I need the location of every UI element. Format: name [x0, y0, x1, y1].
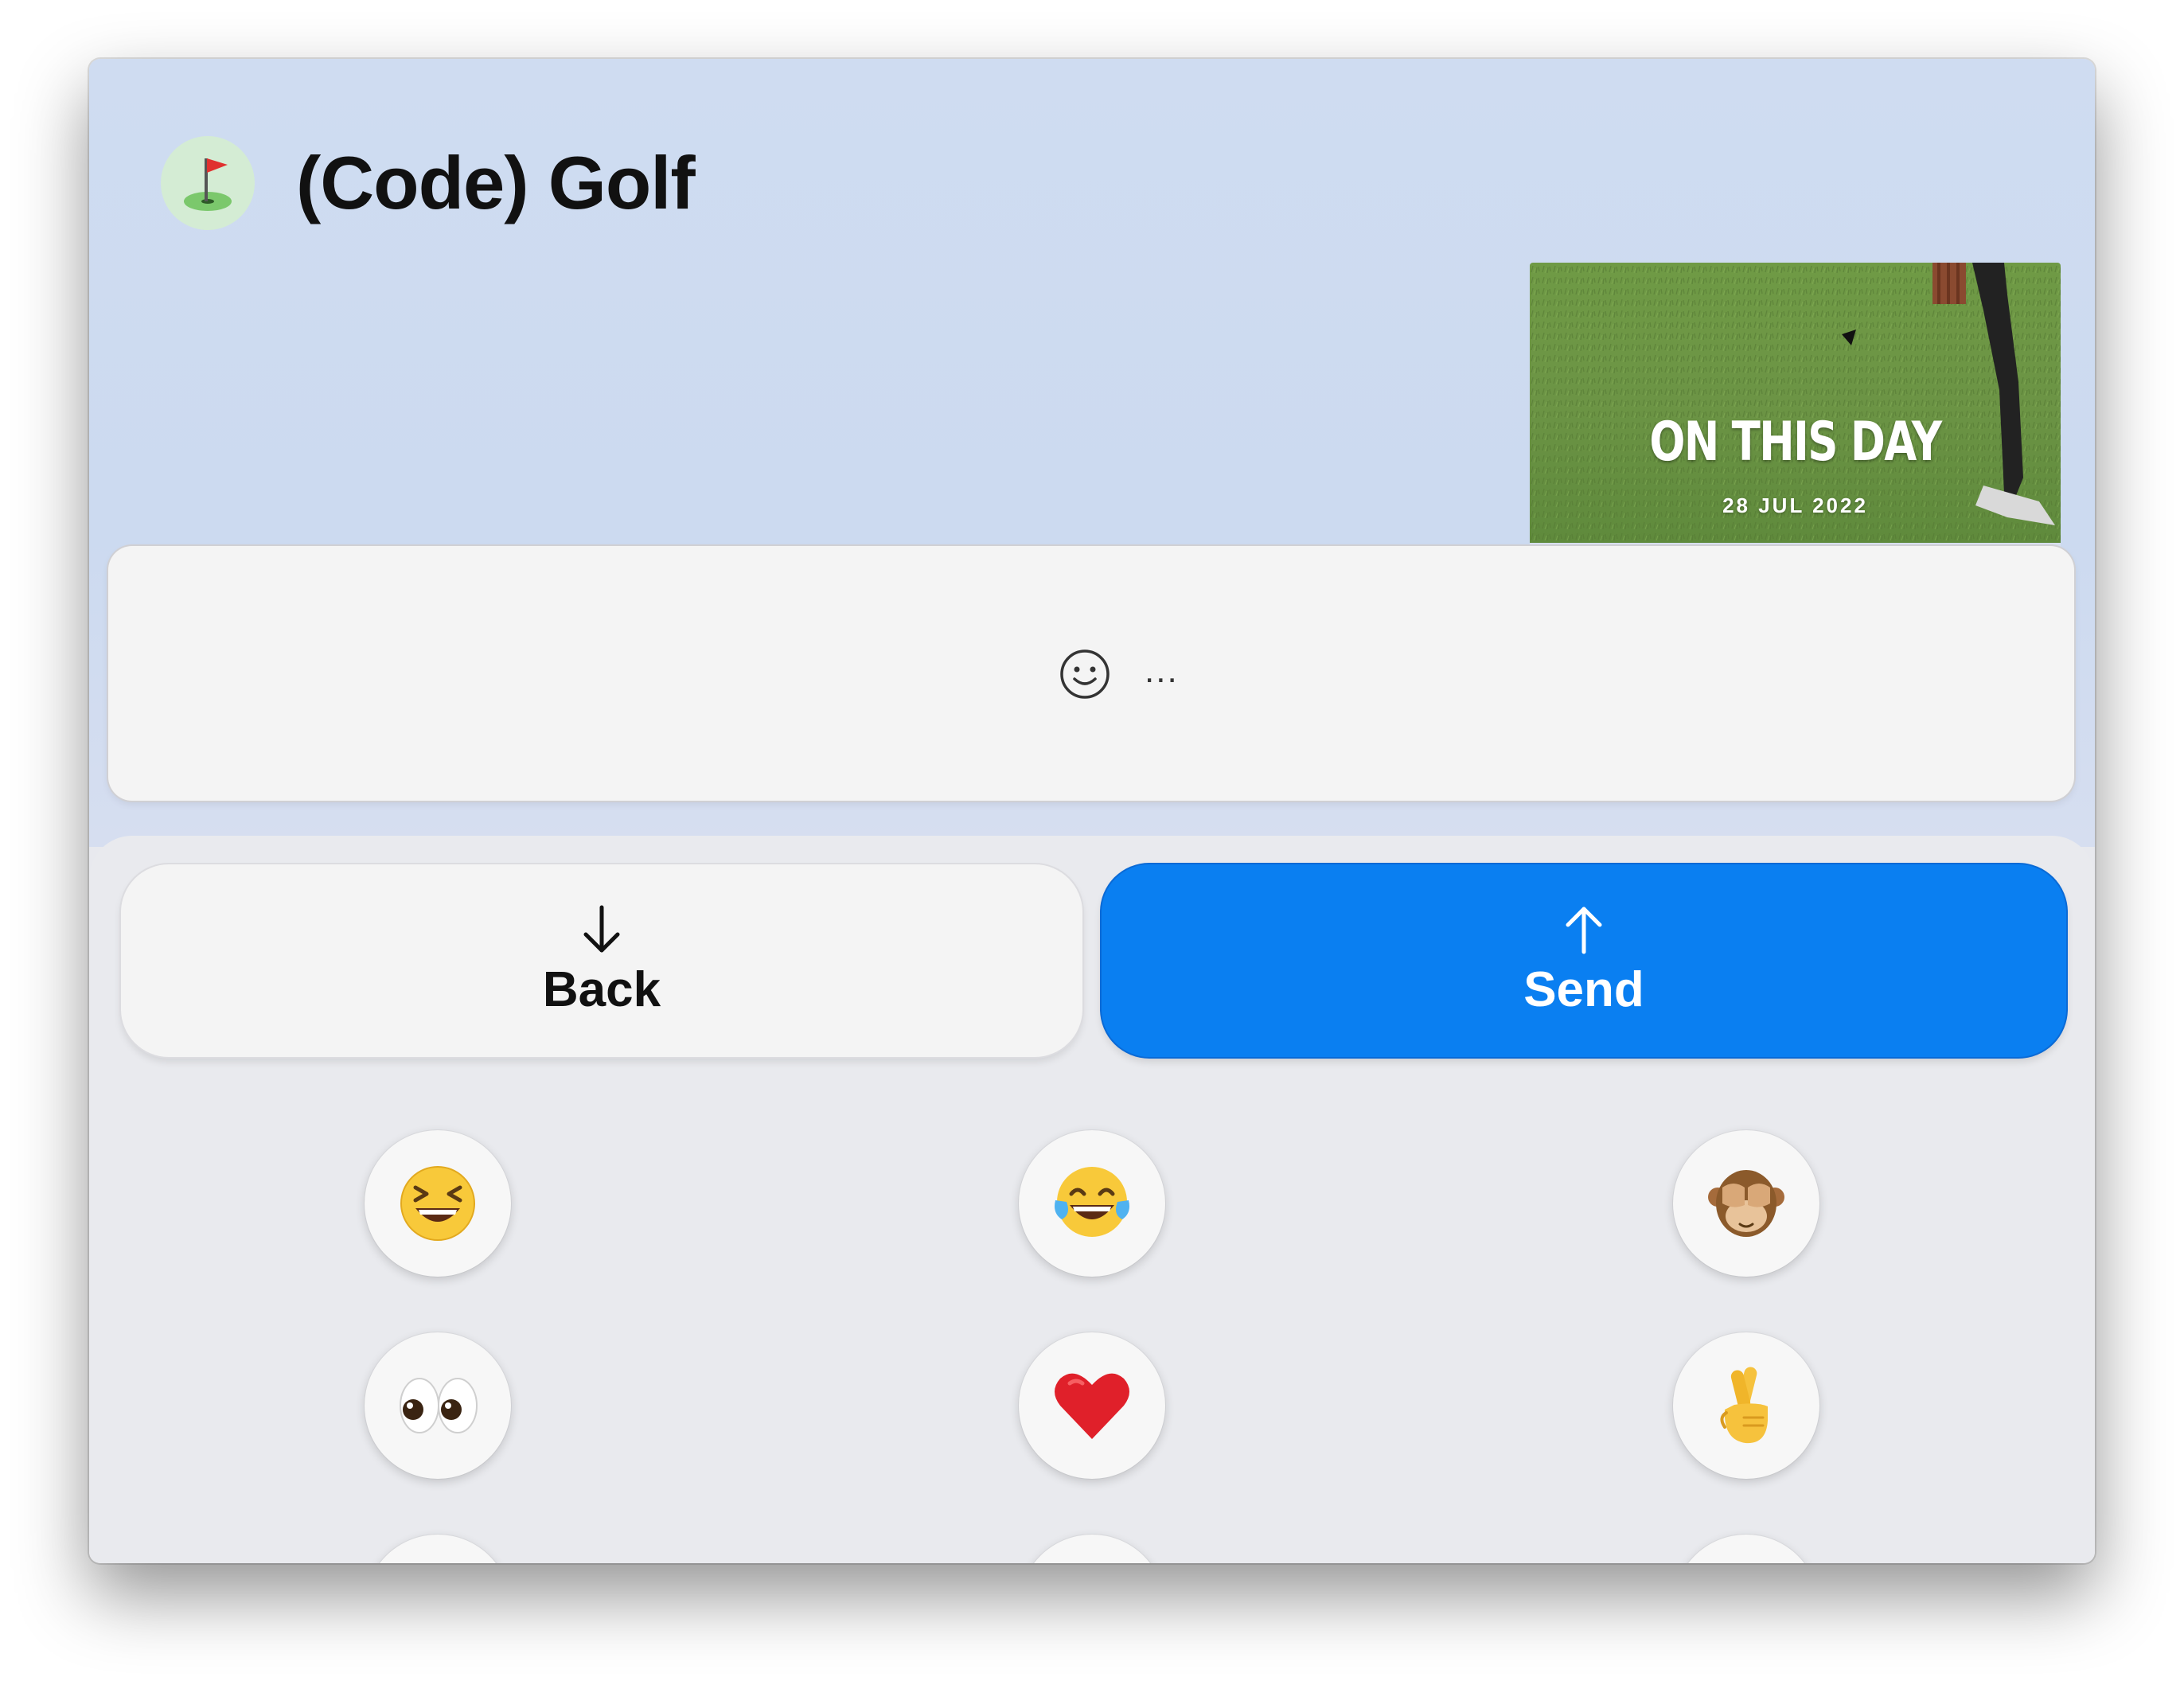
send-button[interactable]: Send: [1102, 864, 2066, 1057]
crossed-fingers-emoji-icon[interactable]: [1673, 1332, 1819, 1479]
grinning-squinting-face-emoji-icon[interactable]: [365, 1130, 511, 1277]
media-title: ON THIS DAY: [1649, 411, 1942, 474]
red-heart-emoji-icon[interactable]: [1019, 1332, 1165, 1479]
message-composer[interactable]: ...: [108, 546, 2074, 801]
back-button[interactable]: Back: [121, 864, 1082, 1057]
on-this-day-media[interactable]: ON THIS DAY 28 JUL 2022: [1530, 263, 2061, 543]
back-button-label: Back: [542, 961, 661, 1017]
golf-flag-icon: [161, 136, 255, 230]
see-no-evil-monkey-emoji-icon[interactable]: [1673, 1130, 1819, 1277]
media-date: 28 JUL 2022: [1722, 493, 1868, 517]
chat-header: (Code) Golf: [161, 135, 696, 231]
face-with-tears-of-joy-emoji-icon[interactable]: [1019, 1130, 1165, 1277]
arrow-down-icon: [583, 905, 620, 952]
chat-title: (Code) Golf: [296, 141, 696, 224]
arrow-up-icon: [1566, 907, 1602, 954]
app-window: (Code) Golf ON THIS DAY 28 JUL 2022 ... …: [89, 59, 2095, 1563]
composer-placeholder: ...: [1145, 651, 1179, 690]
smiley-icon[interactable]: [1059, 648, 1111, 704]
eyes-emoji-icon[interactable]: [365, 1332, 511, 1479]
send-button-label: Send: [1523, 961, 1644, 1017]
